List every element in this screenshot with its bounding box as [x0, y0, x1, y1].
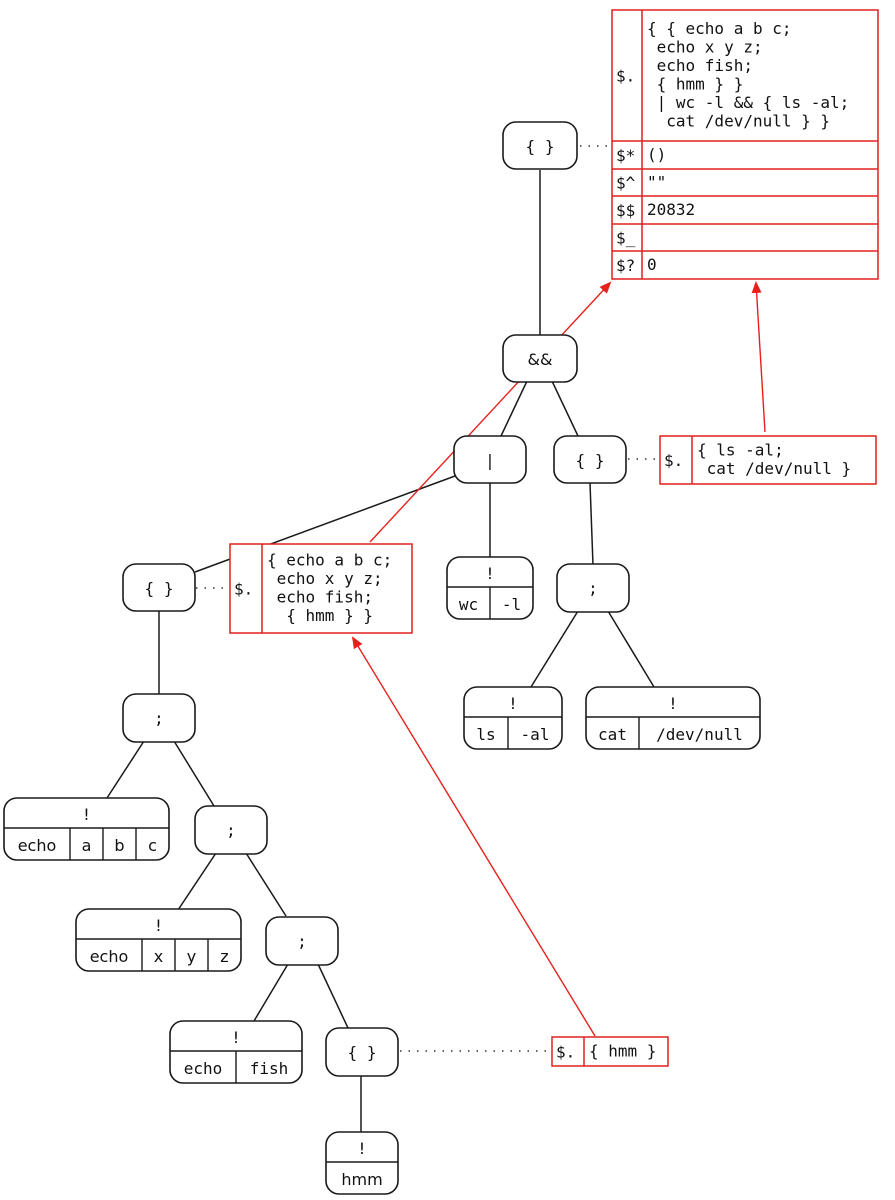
- node-label: |: [485, 451, 495, 470]
- node-label: { }: [526, 137, 555, 156]
- env-value-line: echo x y z;: [267, 569, 383, 588]
- argument-cell: a: [82, 836, 92, 855]
- echo-abc-command-node[interactable]: ! echo a b c: [3, 797, 170, 861]
- env-row: $_: [616, 229, 636, 248]
- inner-block-node[interactable]: { }: [325, 1027, 399, 1077]
- env-row: $. { hmm }: [556, 1041, 656, 1061]
- sequence-node-1[interactable]: ;: [122, 693, 196, 743]
- env-key: $*: [616, 146, 635, 165]
- and-operator-node[interactable]: &&: [502, 334, 578, 383]
- bang-label: !: [485, 564, 495, 583]
- echo-xyz-command-node[interactable]: ! echo x y z: [75, 908, 242, 972]
- argument-cell: echo: [18, 836, 57, 855]
- node-label: ;: [297, 932, 307, 951]
- env-row: $$ 20832: [616, 200, 695, 220]
- hmm-command-node[interactable]: ! hmm: [325, 1131, 399, 1195]
- env-key: $$: [616, 201, 635, 220]
- node-label: ;: [226, 821, 236, 840]
- argument-cell: echo: [184, 1059, 223, 1078]
- node-label: ;: [154, 709, 164, 728]
- env-key: $.: [556, 1043, 575, 1062]
- env-value-line: cat /dev/null } }: [647, 112, 830, 131]
- env-value-line: { ls -al;: [697, 441, 784, 460]
- argument-cell: -l: [502, 595, 521, 614]
- argument-cell: x: [154, 947, 163, 966]
- argument-cell: echo: [90, 947, 129, 966]
- node-label: ;: [588, 579, 598, 598]
- root-block-node[interactable]: { }: [502, 121, 578, 170]
- left-block-env-table: $. { echo a b c; echo x y z; echo fish; {…: [229, 543, 413, 634]
- argument-cell: cat: [598, 725, 627, 744]
- edge-seq2-echoxyz: [177, 852, 217, 911]
- node-label: { }: [348, 1043, 377, 1062]
- env-value-line: 0: [647, 255, 657, 274]
- argument-cell: /dev/null: [656, 725, 743, 744]
- right-block-node[interactable]: { }: [553, 435, 627, 484]
- env-value-line: { hmm }: [589, 1041, 656, 1060]
- env-key: $.: [234, 580, 253, 599]
- cat-command-node[interactable]: ! cat/dev/null: [585, 686, 761, 750]
- env-key: $^: [616, 174, 636, 193]
- env-value-line: { { echo a b c;: [647, 19, 792, 38]
- wc-command-node[interactable]: ! wc -l: [446, 556, 534, 620]
- echo-fish-command-node[interactable]: ! echo fish: [169, 1020, 303, 1084]
- env-key: $_: [616, 229, 636, 248]
- edge-seq1-echoabc: [106, 740, 145, 799]
- node-label: &&: [528, 350, 553, 369]
- command-nodes: ! wc -l! ls -al! cat/dev/null! echo a b c! echo x y z…: [3, 556, 761, 1195]
- env-value-line: | wc -l && { ls -al;: [647, 93, 849, 112]
- bang-label: !: [82, 805, 92, 824]
- syntax-tree-diagram: { } && | { } { } ; ; ; ; { } ! wc -l! ls -al…: [3, 9, 879, 1195]
- bang-label: !: [668, 694, 678, 713]
- inner-block-env-table: $. { hmm }: [551, 1036, 669, 1067]
- edge-rightseq-cat: [607, 610, 655, 688]
- edge-seq3-echofish: [253, 963, 289, 1022]
- env-key: $.: [616, 67, 635, 86]
- env-value-line: echo fish;: [647, 56, 753, 75]
- env-value-line: { hmm } }: [267, 606, 373, 625]
- bang-label: !: [231, 1028, 241, 1047]
- argument-cell: hmm: [341, 1170, 382, 1189]
- node-label: { }: [576, 451, 605, 470]
- bang-label: !: [508, 694, 518, 713]
- ls-command-node[interactable]: ! ls -al: [463, 686, 563, 750]
- edge-rightblock-seq: [589, 482, 594, 566]
- argument-cell: ls: [476, 725, 495, 744]
- arrow-rightenv-to-rootenv: [751, 281, 766, 433]
- edge-seq3-innerblock: [317, 963, 349, 1029]
- argument-cell: c: [148, 836, 157, 855]
- argument-cell: wc: [459, 595, 478, 614]
- bang-label: !: [154, 916, 164, 935]
- pipe-operator-node[interactable]: |: [453, 435, 527, 484]
- sequence-node-2[interactable]: ;: [194, 805, 268, 855]
- env-value-line: cat /dev/null }: [697, 459, 851, 478]
- env-value-line: echo fish;: [267, 588, 373, 607]
- env-value-line: { echo a b c;: [267, 551, 392, 570]
- argument-cell: b: [114, 836, 124, 855]
- tree-edges: [106, 170, 655, 1132]
- argument-cell: -al: [521, 725, 550, 744]
- edge-and-rightblock: [551, 380, 579, 437]
- env-key: $.: [664, 451, 683, 470]
- root-env-table: $. { { echo a b c; echo x y z; echo fish;…: [611, 9, 879, 280]
- sequence-node-3[interactable]: ;: [265, 916, 339, 966]
- edge-seq1-seq2: [173, 740, 215, 807]
- env-value-line: { hmm } }: [647, 75, 743, 94]
- argument-cell: y: [187, 947, 196, 966]
- env-value-line: 20832: [647, 200, 695, 219]
- edge-seq2-seq3: [245, 852, 287, 917]
- right-sequence-node[interactable]: ;: [556, 563, 630, 613]
- node-label: { }: [145, 579, 174, 598]
- edge-rightseq-ls: [530, 610, 579, 688]
- env-value-line: (): [647, 145, 666, 164]
- env-value-line: echo x y z;: [647, 38, 763, 57]
- argument-cell: z: [220, 947, 228, 966]
- env-key: $?: [616, 256, 635, 275]
- bang-label: !: [357, 1139, 367, 1158]
- left-block-node[interactable]: { }: [122, 563, 196, 612]
- argument-cell: fish: [250, 1059, 289, 1078]
- edge-and-pipe: [500, 380, 528, 437]
- right-block-env-table: $. { ls -al; cat /dev/null }: [659, 435, 877, 485]
- env-value-line: "": [647, 172, 666, 191]
